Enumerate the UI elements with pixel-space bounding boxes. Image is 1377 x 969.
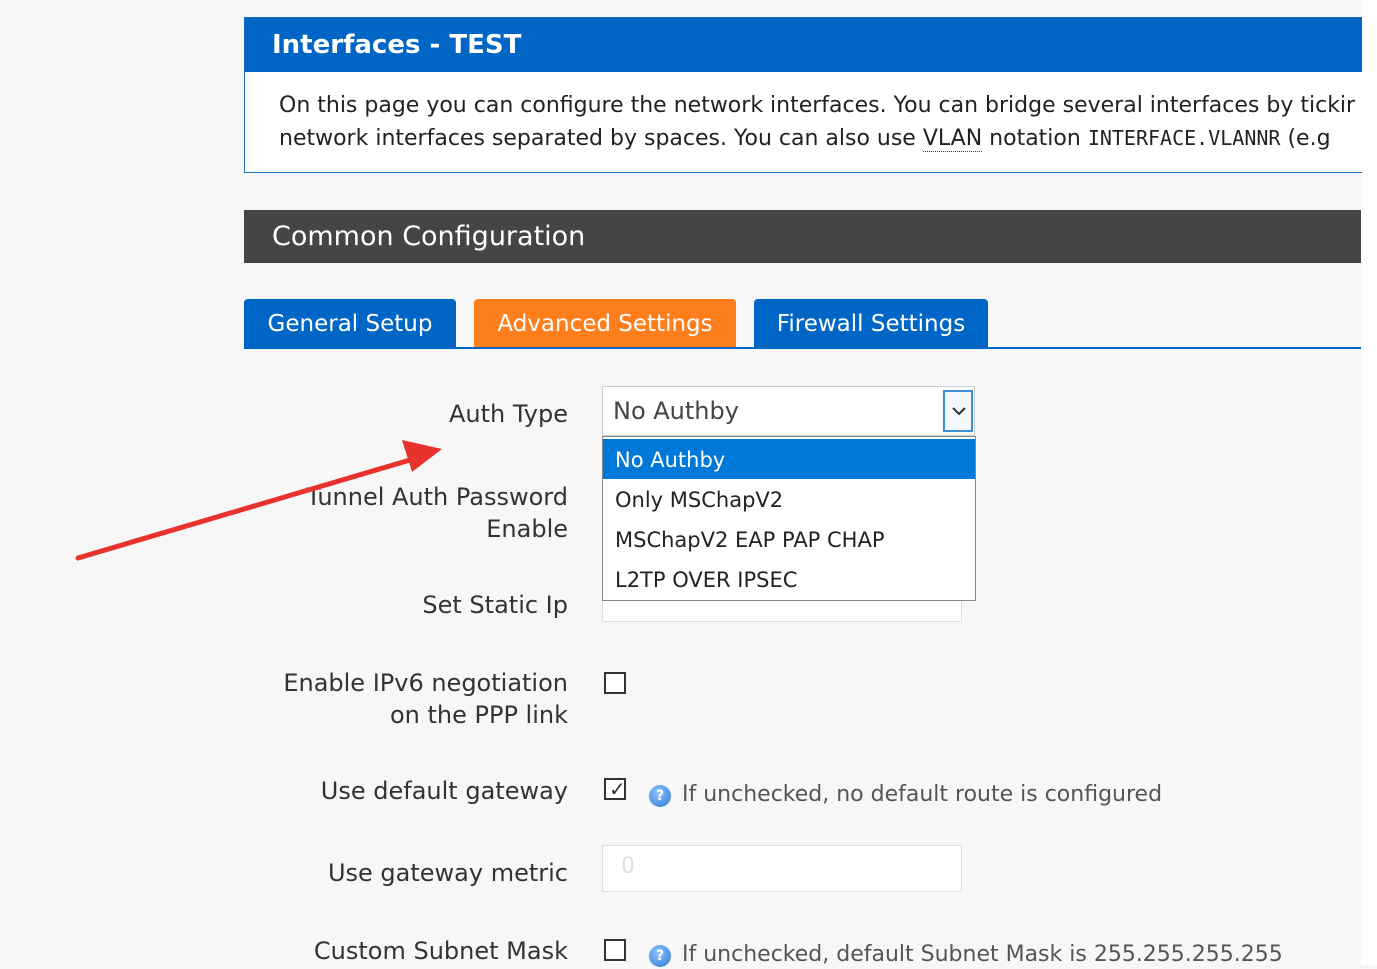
annotation-arrow (75, 440, 442, 561)
